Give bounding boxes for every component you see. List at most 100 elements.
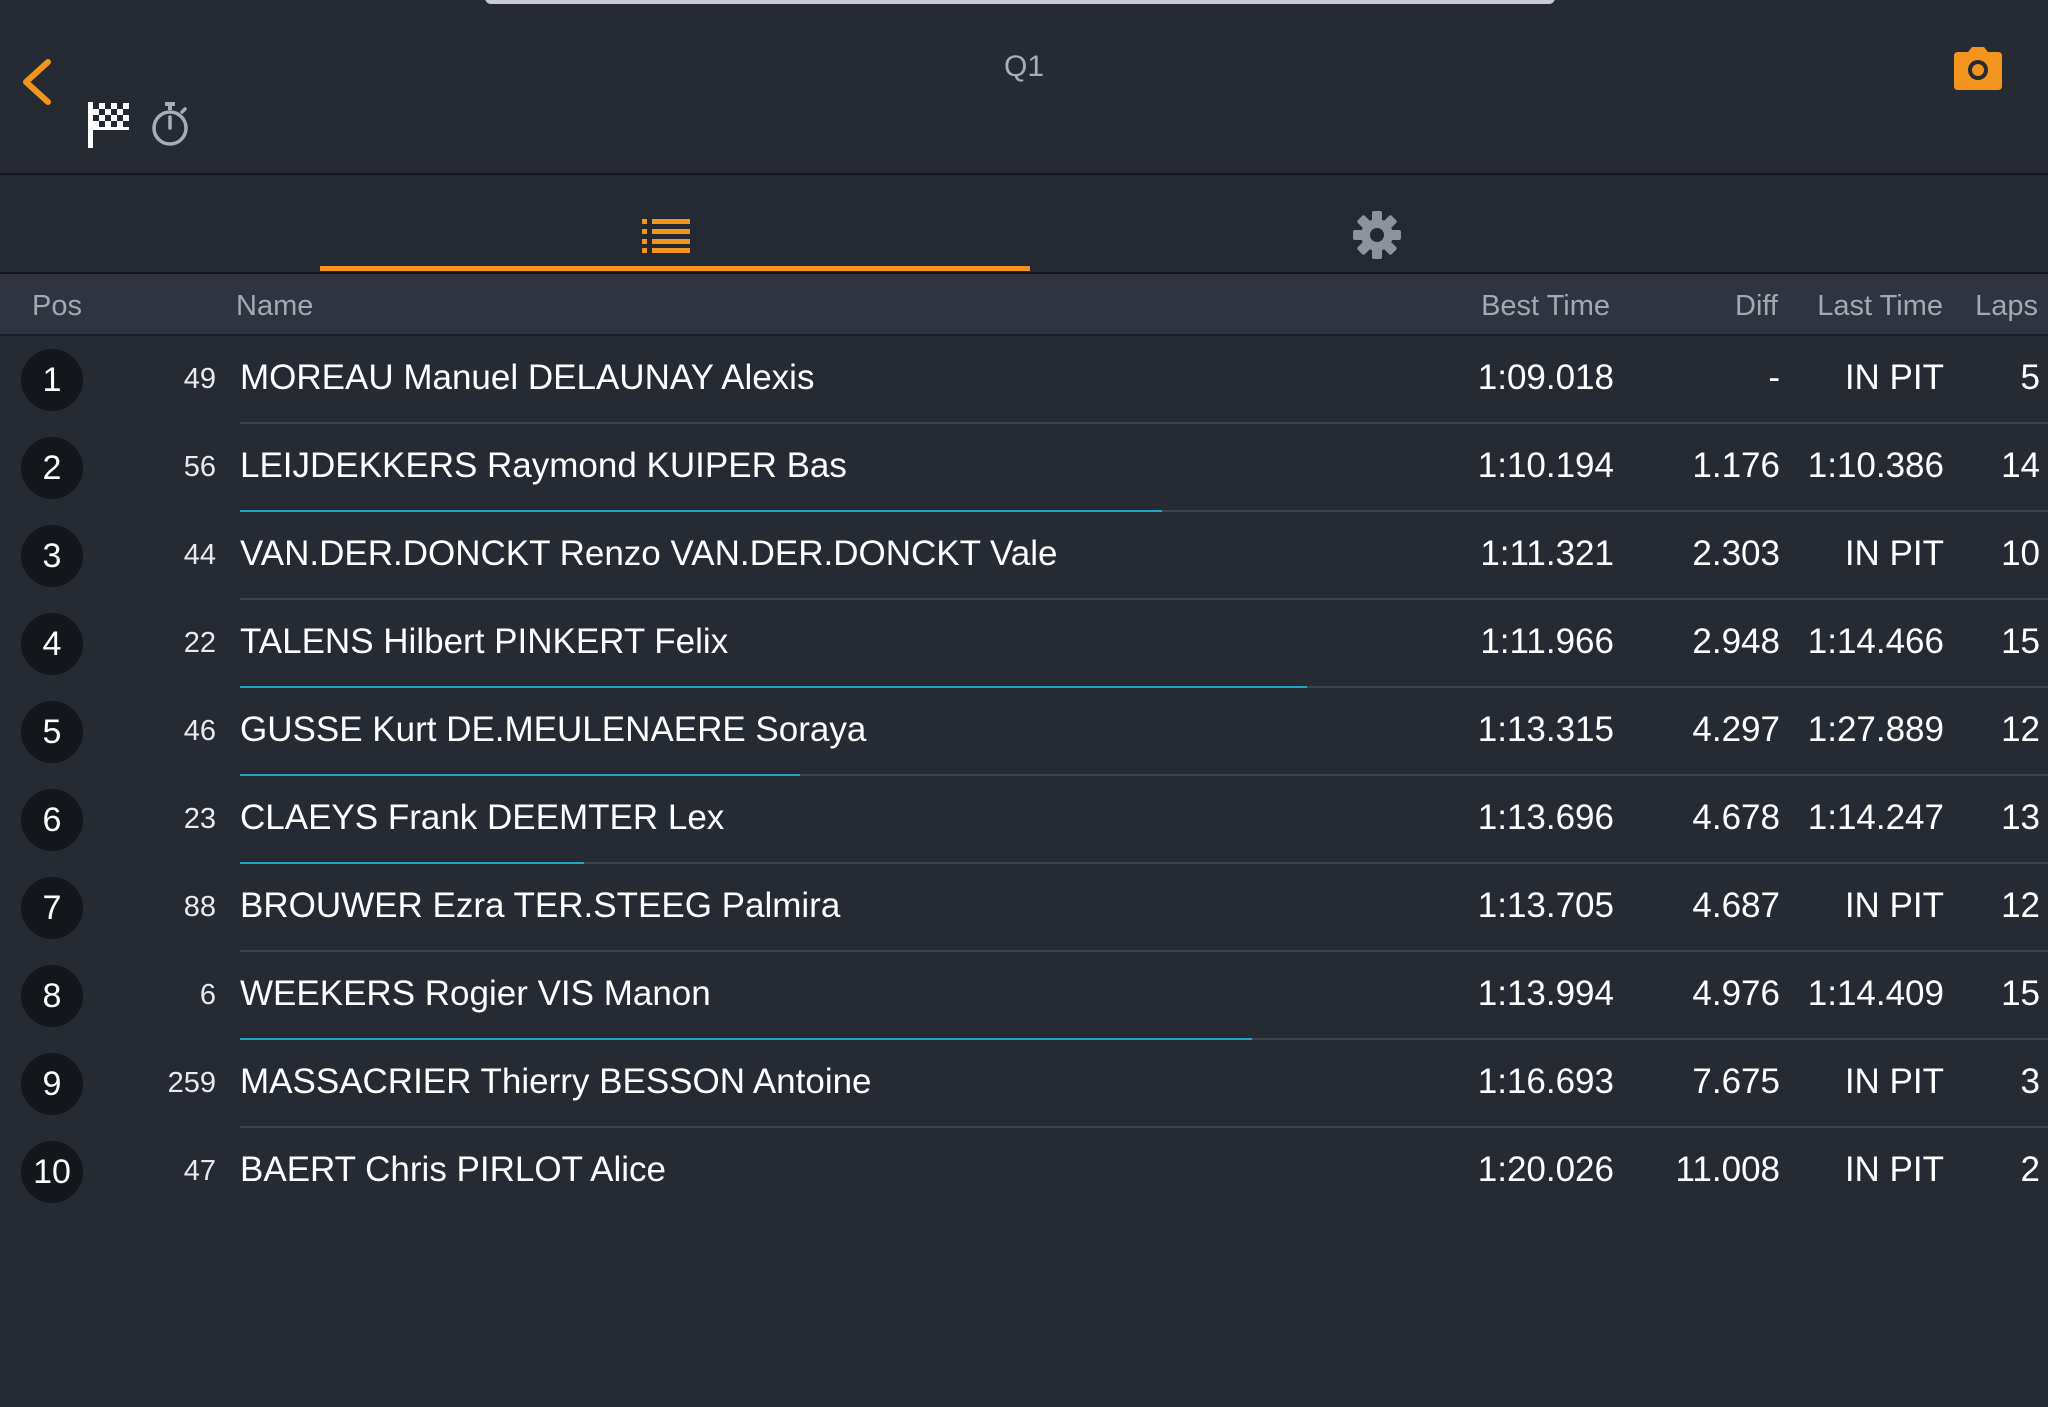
- table-row[interactable]: 9 259 MASSACRIER Thierry BESSON Antoine …: [0, 1040, 2048, 1128]
- best-time: 1:11.321: [1480, 534, 1614, 573]
- position-badge: 1: [21, 349, 83, 411]
- last-time: IN PIT: [1844, 534, 1944, 573]
- driver-names: WEEKERS Rogier VIS Manon: [240, 974, 711, 1013]
- car-number: 6: [199, 979, 216, 1011]
- table-row[interactable]: 8 6 WEEKERS Rogier VIS Manon 1:13.994 4.…: [0, 952, 2048, 1040]
- best-time: 1:16.693: [1477, 1062, 1614, 1101]
- lap-count: 14: [2001, 446, 2040, 485]
- best-time: 1:20.026: [1477, 1150, 1614, 1189]
- tab-standings[interactable]: [320, 175, 1030, 272]
- car-number: 88: [183, 891, 216, 923]
- active-tab-indicator: [320, 266, 1030, 271]
- app-root: Q1 Pos Name Best Time Diff Last Time Lap…: [0, 0, 2048, 1407]
- gap-diff: 11.008: [1675, 1150, 1780, 1189]
- checkered-flag-icon: [86, 100, 132, 150]
- table-row[interactable]: 1 49 MOREAU Manuel DELAUNAY Alexis 1:09.…: [0, 336, 2048, 424]
- best-time: 1:13.705: [1477, 886, 1614, 925]
- table-row[interactable]: 10 47 BAERT Chris PIRLOT Alice 1:20.026 …: [0, 1128, 2048, 1216]
- driver-names: MOREAU Manuel DELAUNAY Alexis: [240, 358, 815, 397]
- lap-count: 12: [2001, 710, 2040, 749]
- table-header: Pos Name Best Time Diff Last Time Laps: [0, 274, 2048, 336]
- car-number: 56: [183, 451, 216, 483]
- best-time: 1:09.018: [1477, 358, 1614, 397]
- column-header-diff[interactable]: Diff: [1735, 290, 1778, 323]
- column-header-best-time[interactable]: Best Time: [1481, 290, 1610, 323]
- gap-diff: 2.303: [1692, 534, 1780, 573]
- driver-names: MASSACRIER Thierry BESSON Antoine: [240, 1062, 872, 1101]
- lap-count: 2: [2020, 1150, 2040, 1189]
- car-number: 259: [167, 1067, 216, 1099]
- table-row[interactable]: 3 44 VAN.DER.DONCKT Renzo VAN.DER.DONCKT…: [0, 512, 2048, 600]
- lap-count: 3: [2020, 1062, 2040, 1101]
- lap-count: 15: [2001, 974, 2040, 1013]
- column-header-name[interactable]: Name: [236, 290, 313, 323]
- stopwatch-icon: [148, 100, 192, 148]
- column-header-pos[interactable]: Pos: [32, 290, 82, 323]
- list-icon: [642, 219, 690, 253]
- table-row[interactable]: 5 46 GUSSE Kurt DE.MEULENAERE Soraya 1:1…: [0, 688, 2048, 776]
- last-time: IN PIT: [1844, 1062, 1944, 1101]
- car-number: 47: [183, 1155, 216, 1187]
- driver-names: VAN.DER.DONCKT Renzo VAN.DER.DONCKT Vale: [240, 534, 1058, 573]
- best-time: 1:13.994: [1477, 974, 1614, 1013]
- top-handle: [485, 0, 1555, 4]
- camera-button[interactable]: [1952, 46, 2004, 92]
- header-bar: Q1: [0, 0, 2048, 175]
- lap-count: 10: [2001, 534, 2040, 573]
- position-badge: 6: [21, 789, 83, 851]
- gap-diff: 2.948: [1692, 622, 1780, 661]
- camera-icon: [1954, 47, 2002, 90]
- best-time: 1:13.696: [1477, 798, 1614, 837]
- position-badge: 4: [21, 613, 83, 675]
- gap-diff: 4.687: [1692, 886, 1780, 925]
- lap-count: 12: [2001, 886, 2040, 925]
- gear-icon: [1353, 211, 1401, 259]
- position-badge: 3: [21, 525, 83, 587]
- tab-settings[interactable]: [1030, 175, 1723, 272]
- last-time: 1:14.466: [1807, 622, 1944, 661]
- chevron-left-icon: [23, 59, 51, 105]
- last-time: 1:10.386: [1807, 446, 1944, 485]
- session-title: Q1: [1003, 50, 1045, 83]
- gap-diff: 7.675: [1692, 1062, 1780, 1101]
- driver-names: BAERT Chris PIRLOT Alice: [240, 1150, 666, 1189]
- driver-names: GUSSE Kurt DE.MEULENAERE Soraya: [240, 710, 867, 749]
- car-number: 22: [183, 627, 216, 659]
- table-row[interactable]: 2 56 LEIJDEKKERS Raymond KUIPER Bas 1:10…: [0, 424, 2048, 512]
- best-time: 1:11.966: [1480, 622, 1614, 661]
- driver-names: LEIJDEKKERS Raymond KUIPER Bas: [240, 446, 847, 485]
- table-row[interactable]: 7 88 BROUWER Ezra TER.STEEG Palmira 1:13…: [0, 864, 2048, 952]
- gap-diff: 4.297: [1692, 710, 1780, 749]
- lap-count: 5: [2020, 358, 2040, 397]
- position-badge: 7: [21, 877, 83, 939]
- best-time: 1:10.194: [1477, 446, 1614, 485]
- table-row[interactable]: 6 23 CLAEYS Frank DEEMTER Lex 1:13.696 4…: [0, 776, 2048, 864]
- last-time: 1:14.247: [1807, 798, 1944, 837]
- column-header-laps[interactable]: Laps: [1975, 290, 2038, 323]
- position-badge: 8: [21, 965, 83, 1027]
- last-time: 1:27.889: [1807, 710, 1944, 749]
- best-time: 1:13.315: [1477, 710, 1614, 749]
- position-badge: 9: [21, 1053, 83, 1115]
- last-time: IN PIT: [1844, 1150, 1944, 1189]
- gap-diff: 4.976: [1692, 974, 1780, 1013]
- table-row[interactable]: 4 22 TALENS Hilbert PINKERT Felix 1:11.9…: [0, 600, 2048, 688]
- driver-names: BROUWER Ezra TER.STEEG Palmira: [240, 886, 841, 925]
- driver-names: CLAEYS Frank DEEMTER Lex: [240, 798, 725, 837]
- car-number: 49: [183, 363, 216, 395]
- last-time: IN PIT: [1844, 886, 1944, 925]
- gap-diff: -: [1768, 358, 1780, 397]
- back-button[interactable]: [14, 50, 64, 110]
- gap-diff: 1.176: [1692, 446, 1780, 485]
- driver-names: TALENS Hilbert PINKERT Felix: [240, 622, 729, 661]
- last-time: IN PIT: [1844, 358, 1944, 397]
- last-time: 1:14.409: [1807, 974, 1944, 1013]
- position-badge: 2: [21, 437, 83, 499]
- car-number: 46: [183, 715, 216, 747]
- lap-count: 13: [2001, 798, 2040, 837]
- position-badge: 5: [21, 701, 83, 763]
- column-header-last-time[interactable]: Last Time: [1817, 290, 1943, 323]
- position-badge: 10: [21, 1141, 83, 1203]
- gap-diff: 4.678: [1692, 798, 1780, 837]
- empty-area: [0, 1214, 2048, 1407]
